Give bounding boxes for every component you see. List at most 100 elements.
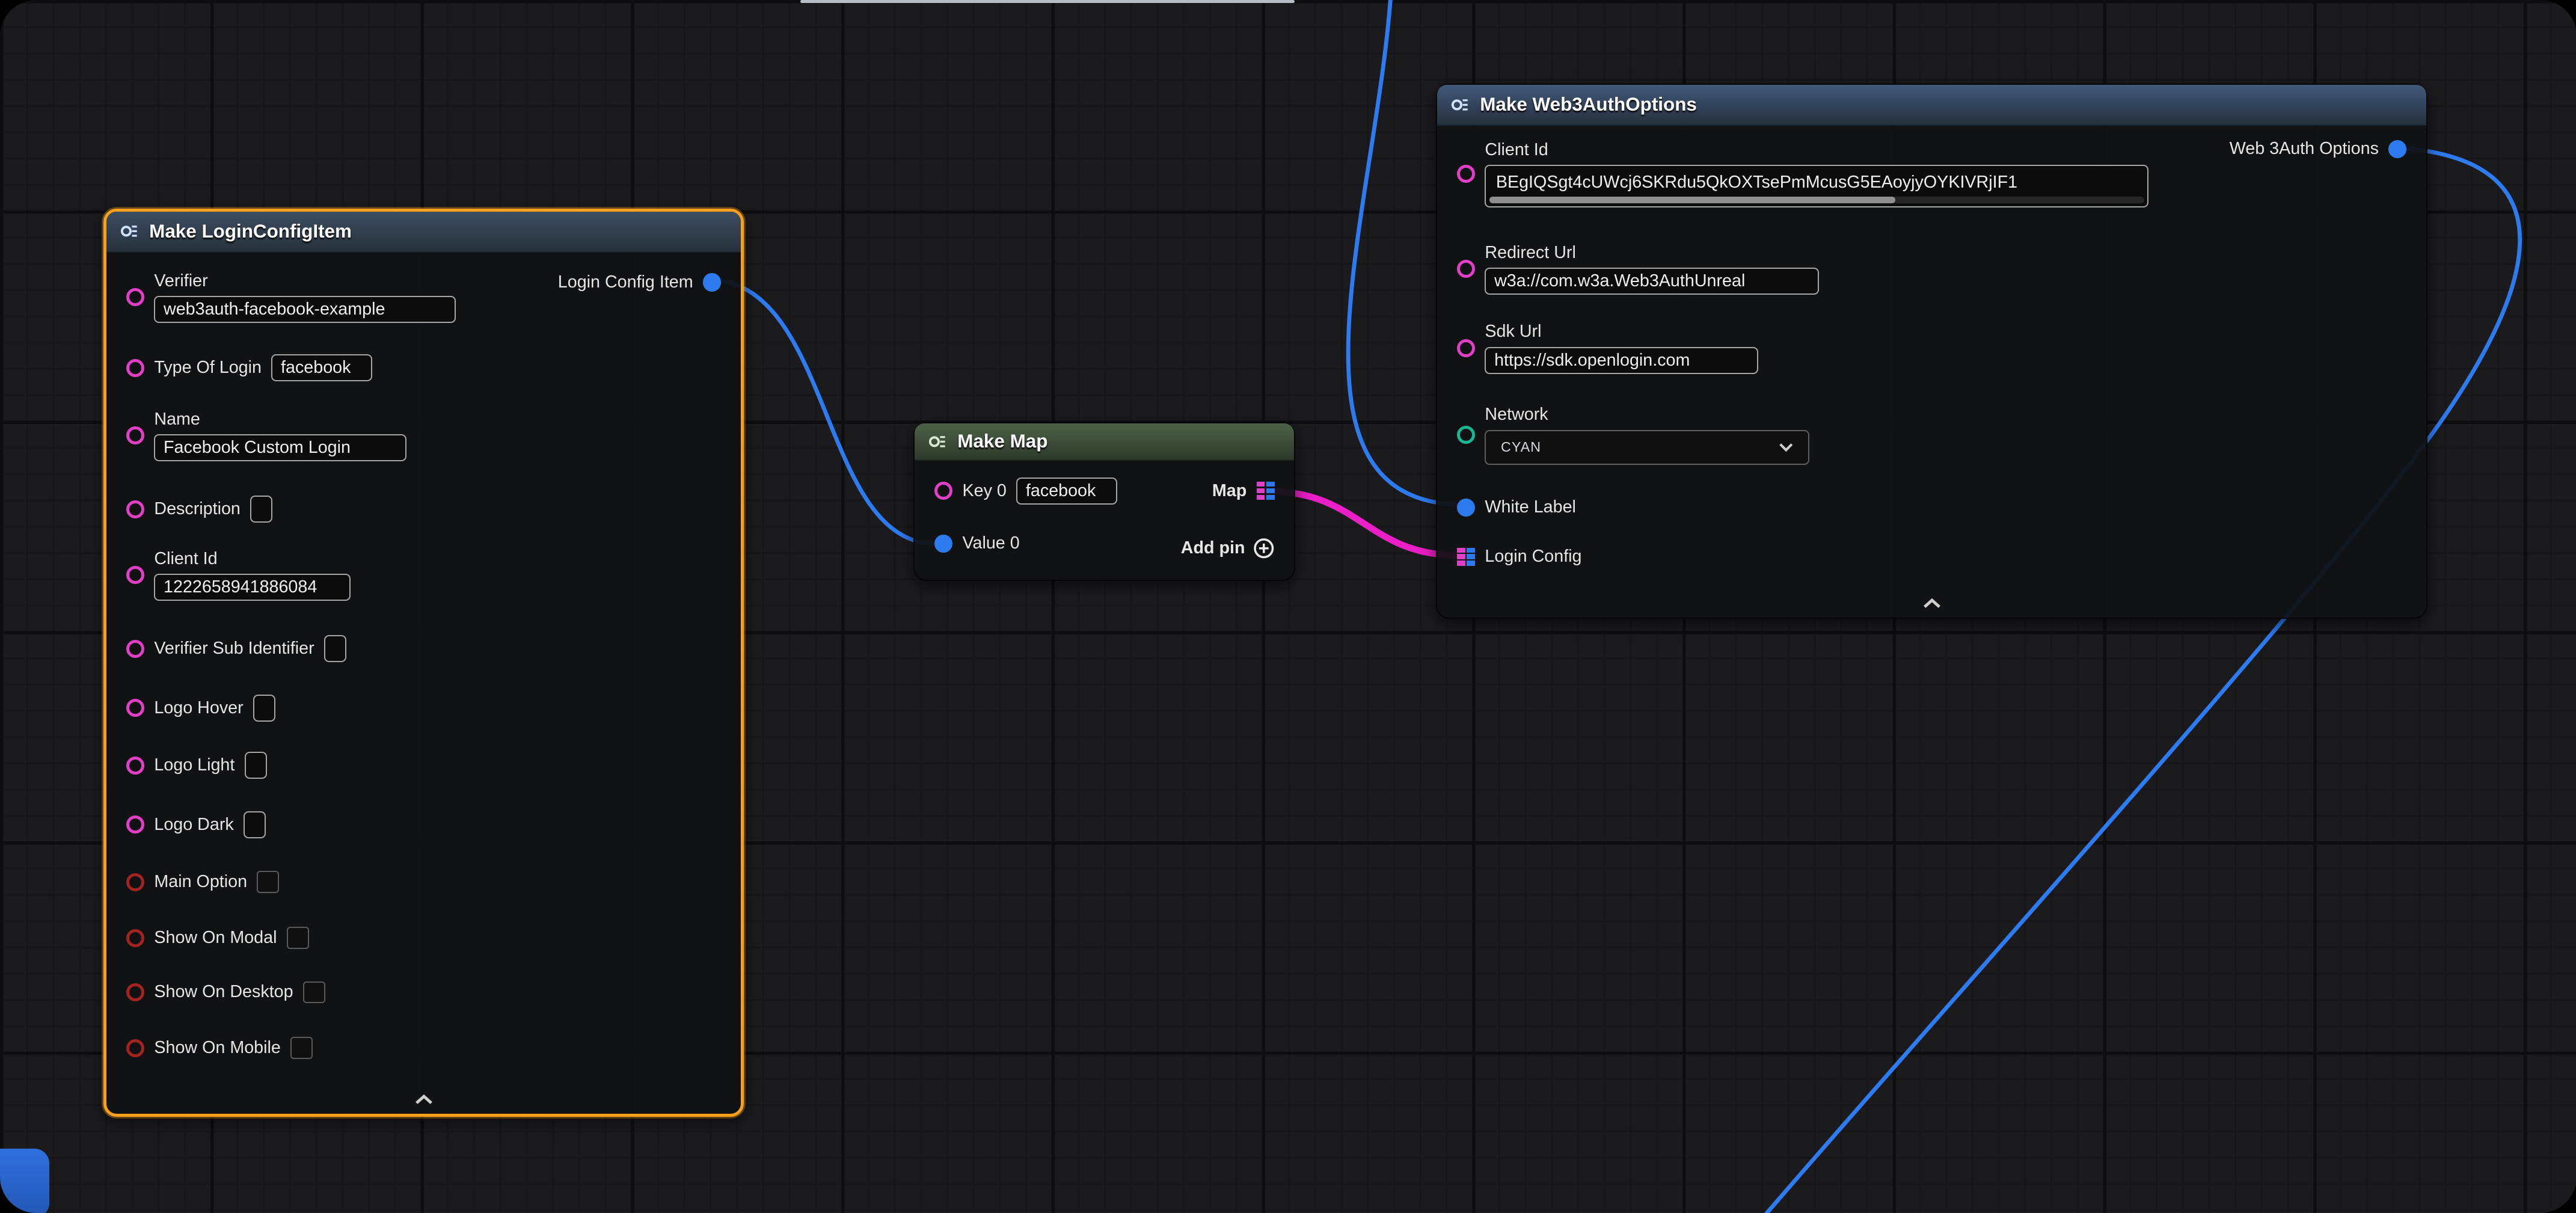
description-pin[interactable]	[126, 500, 144, 518]
logo-light-label: Logo Light	[154, 755, 235, 775]
logo-dark-field[interactable]	[244, 811, 266, 838]
client-id-label: Client Id	[154, 549, 350, 569]
redirect-url-field[interactable]: w3a://com.w3a.Web3AuthUnreal	[1485, 268, 1819, 295]
map-output-label: Map	[1212, 481, 1247, 501]
web3auth-options-output-pin[interactable]	[2388, 140, 2406, 158]
network-dropdown[interactable]: CYAN	[1485, 430, 1809, 465]
node-title: Make LoginConfigItem	[149, 221, 352, 242]
verifier-sub-identifier-field[interactable]	[324, 635, 346, 662]
show-on-desktop-pin[interactable]	[126, 983, 144, 1001]
make-map-icon	[928, 432, 948, 452]
description-field[interactable]	[250, 496, 272, 523]
pin-row-client-id: Client Id BEgIQSgt4cUWcj6SKRdu5QkOXTsePm…	[1457, 134, 2148, 213]
show-on-mobile-pin[interactable]	[126, 1039, 144, 1057]
pin-row-show-on-modal: Show On Modal	[126, 921, 309, 954]
node-title: Make Web3AuthOptions	[1480, 94, 1697, 115]
login-config-label: Login Config	[1485, 547, 1581, 567]
sdk-url-label: Sdk Url	[1485, 322, 1758, 342]
white-label-label: White Label	[1485, 497, 1576, 517]
add-pin-button[interactable]: Add pin	[1181, 532, 1275, 565]
logo-hover-pin[interactable]	[126, 699, 144, 717]
pin-row-logo-dark: Logo Dark	[126, 808, 266, 841]
node-header[interactable]: Make Web3AuthOptions	[1437, 85, 2426, 126]
verifier-field[interactable]: web3auth-facebook-example	[154, 296, 455, 323]
collapse-chevron-icon[interactable]	[1922, 598, 1942, 609]
show-on-desktop-checkbox[interactable]	[303, 981, 325, 1004]
node-title: Make Map	[957, 431, 1047, 452]
make-struct-icon	[1450, 95, 1470, 115]
pin-row-client-id: Client Id 1222658941886084	[126, 545, 351, 604]
redirect-url-pin[interactable]	[1457, 260, 1475, 278]
map-output-pin-icon[interactable]	[1257, 482, 1275, 500]
show-on-modal-checkbox[interactable]	[287, 927, 309, 949]
pin-row-login-config: Login Config	[1457, 540, 1582, 573]
show-on-modal-label: Show On Modal	[154, 928, 277, 948]
type-of-login-label: Type Of Login	[154, 358, 262, 378]
node-make-map[interactable]: Make Map Key 0 facebook Map Value 0 Add …	[913, 422, 1295, 581]
client-id-pin[interactable]	[126, 566, 144, 584]
collapse-chevron-icon[interactable]	[414, 1094, 434, 1105]
pin-row-redirect-url: Redirect Url w3a://com.w3a.Web3AuthUnrea…	[1457, 239, 1819, 298]
value0-pin[interactable]	[934, 535, 952, 553]
sdk-url-field[interactable]: https://sdk.openlogin.com	[1485, 347, 1758, 374]
output-row-map: Map	[1212, 474, 1275, 508]
show-on-mobile-checkbox[interactable]	[290, 1037, 313, 1059]
verifier-label: Verifier	[154, 271, 455, 291]
main-option-pin[interactable]	[126, 873, 144, 891]
network-label: Network	[1485, 405, 1809, 425]
main-option-checkbox[interactable]	[257, 871, 279, 893]
description-label: Description	[154, 499, 241, 519]
verifier-sub-identifier-pin[interactable]	[126, 640, 144, 658]
name-pin[interactable]	[126, 426, 144, 444]
login-config-map-pin-icon[interactable]	[1457, 548, 1475, 566]
pin-row-sdk-url: Sdk Url https://sdk.openlogin.com	[1457, 318, 1758, 377]
pin-row-key0: Key 0 facebook	[934, 474, 1117, 508]
logo-hover-field[interactable]	[253, 695, 275, 722]
pin-row-verifier-sub-identifier: Verifier Sub Identifier	[126, 633, 346, 666]
pin-row-logo-light: Logo Light	[126, 749, 267, 782]
main-option-label: Main Option	[154, 872, 247, 892]
pin-row-value0: Value 0	[934, 527, 1020, 560]
output-label: Login Config Item	[558, 272, 693, 292]
type-of-login-field[interactable]: facebook	[271, 354, 372, 381]
value0-label: Value 0	[962, 533, 1019, 553]
pin-row-network: Network CYAN	[1457, 402, 1809, 468]
client-id-field[interactable]: 1222658941886084	[154, 574, 350, 601]
client-id-value: BEgIQSgt4cUWcj6SKRdu5QkOXTsePmMcusG5EAoy…	[1496, 171, 2138, 194]
node-make-loginconfigitem[interactable]: Make LoginConfigItem Login Config Item V…	[103, 209, 744, 1117]
node-make-web3authoptions[interactable]: Make Web3AuthOptions Web 3Auth Options C…	[1436, 84, 2427, 618]
type-of-login-pin[interactable]	[126, 359, 144, 377]
logo-light-field[interactable]	[245, 752, 267, 779]
offscreen-node-corner[interactable]	[0, 1149, 49, 1213]
verifier-pin[interactable]	[126, 288, 144, 306]
logo-light-pin[interactable]	[126, 757, 144, 775]
pin-row-type-of-login: Type Of Login facebook	[126, 351, 372, 384]
pin-row-name: Name Facebook Custom Login	[126, 405, 406, 464]
key0-pin[interactable]	[934, 482, 952, 500]
node-header[interactable]: Make Map	[915, 423, 1294, 461]
hscroll-thumb[interactable]	[1489, 197, 1895, 203]
name-field[interactable]: Facebook Custom Login	[154, 434, 406, 461]
pin-row-white-label: White Label	[1457, 491, 1576, 524]
sdk-url-pin[interactable]	[1457, 339, 1475, 357]
pin-row-verifier: Verifier web3auth-facebook-example	[126, 268, 456, 327]
login-config-item-output-pin[interactable]	[703, 273, 721, 291]
logo-dark-pin[interactable]	[126, 815, 144, 834]
key0-label: Key 0	[962, 481, 1006, 501]
pin-row-main-option: Main Option	[126, 866, 279, 899]
client-id-pin[interactable]	[1457, 165, 1475, 183]
blueprint-graph-canvas[interactable]: Make LoginConfigItem Login Config Item V…	[0, 0, 2576, 1213]
pin-row-logo-hover: Logo Hover	[126, 692, 275, 725]
node-header[interactable]: Make LoginConfigItem	[106, 212, 741, 253]
key0-field[interactable]: facebook	[1016, 478, 1117, 505]
client-id-field[interactable]: BEgIQSgt4cUWcj6SKRdu5QkOXTsePmMcusG5EAoy…	[1485, 165, 2148, 207]
add-pin-label: Add pin	[1181, 538, 1245, 558]
network-pin[interactable]	[1457, 426, 1475, 444]
output-row-web3auth-options: Web 3Auth Options	[2230, 133, 2407, 166]
show-on-modal-pin[interactable]	[126, 929, 144, 947]
network-selected-value: CYAN	[1501, 439, 1541, 455]
chevron-down-icon	[1779, 443, 1794, 452]
hscroll-track[interactable]	[1489, 197, 2144, 203]
white-label-pin[interactable]	[1457, 499, 1475, 517]
make-struct-icon	[120, 221, 140, 241]
